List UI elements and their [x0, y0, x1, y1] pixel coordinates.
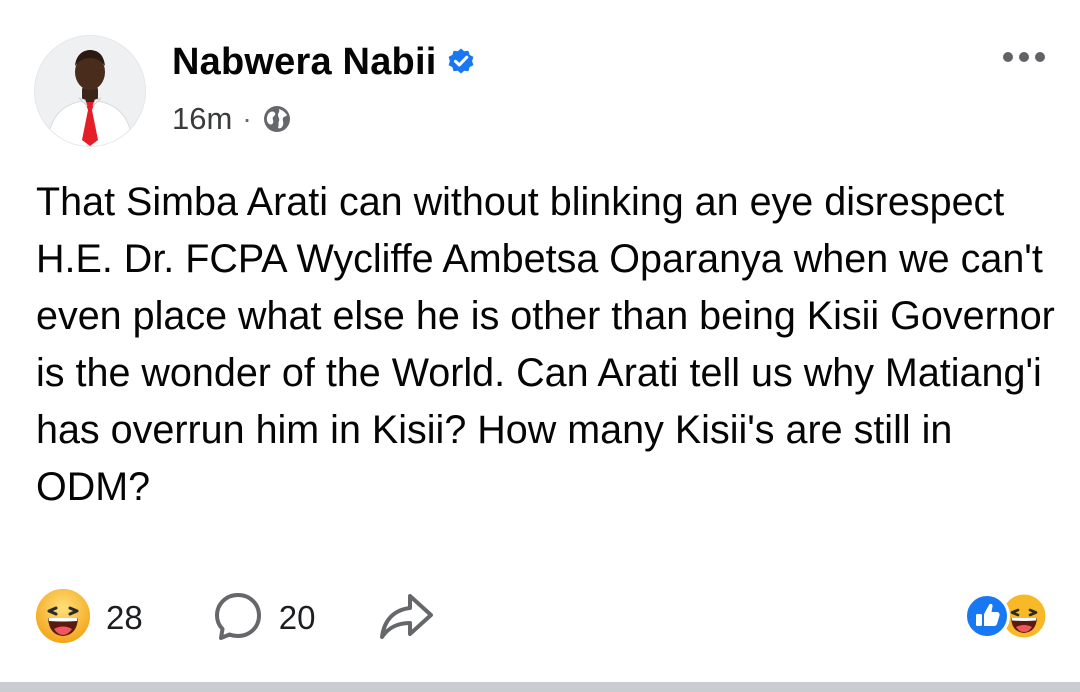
reaction-count: 28 [106, 599, 143, 636]
meta-separator: · [242, 103, 252, 134]
comment-count: 20 [278, 599, 316, 636]
haha-emoji-icon [34, 587, 92, 650]
facebook-post: Nabwera Nabii 16m · That Simba Arati can… [0, 0, 1080, 692]
reaction-summary[interactable] [964, 592, 1048, 644]
author-avatar[interactable] [35, 36, 145, 146]
post-meta: 16m · [172, 99, 292, 139]
more-options-button[interactable] [996, 42, 1052, 72]
post-timestamp[interactable]: 16m [172, 101, 232, 137]
like-icon [964, 592, 1010, 644]
more-dot-icon [1035, 52, 1045, 62]
author-name[interactable]: Nabwera Nabii [172, 41, 436, 84]
globe-icon[interactable] [262, 104, 292, 134]
comment-button[interactable]: 20 [211, 589, 316, 648]
post-text: That Simba Arati can without blinking an… [36, 180, 1055, 509]
post-divider [0, 682, 1080, 692]
share-icon [377, 590, 435, 647]
comment-icon [211, 589, 265, 648]
reaction-button[interactable]: 28 [34, 587, 143, 650]
post-header: Nabwera Nabii [172, 40, 476, 84]
avatar-photo [35, 36, 145, 146]
post-actions: 28 20 [34, 588, 435, 647]
share-button[interactable] [377, 590, 435, 647]
more-dot-icon [1003, 52, 1013, 62]
more-dot-icon [1019, 52, 1029, 62]
verified-badge-icon [446, 47, 476, 77]
